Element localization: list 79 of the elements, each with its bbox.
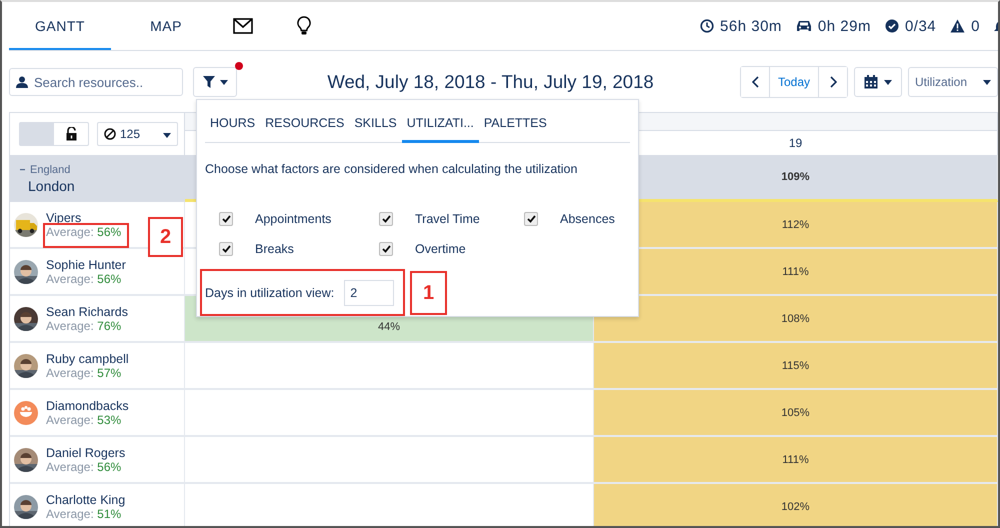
utilization-value: 102% [781, 500, 810, 512]
group-header[interactable]: England London [10, 155, 185, 202]
instruction-text: Choose what factors are considered when calculating the utilization [205, 162, 578, 176]
check-circle-icon [884, 19, 899, 33]
stat-value: 0/34 [904, 18, 936, 34]
resource-name: Sean Richards [46, 304, 128, 318]
factor-label: Overtime [415, 242, 466, 256]
stat-value: 0h 29m [818, 18, 871, 34]
callout-number: 1 [410, 271, 447, 315]
average-utilization: Average: 56% [46, 460, 122, 474]
resource-name: Diamondbacks [46, 398, 129, 412]
settings-tab[interactable]: UTILIZATI... [402, 108, 479, 143]
person-icon [16, 76, 28, 88]
territory-label: London [28, 178, 76, 194]
caret-icon [220, 80, 228, 84]
chevron-right-icon [830, 76, 836, 88]
lightbulb-icon[interactable] [297, 16, 311, 36]
filter-button[interactable] [193, 67, 237, 97]
utilization-value: 44% [378, 321, 400, 333]
settings-tab[interactable]: SKILLS [349, 108, 402, 143]
resource-name: Daniel Rogers [46, 446, 126, 460]
car-icon [796, 19, 812, 33]
stat-value: 0 [971, 18, 980, 34]
settings-tab[interactable]: HOURS [205, 108, 260, 143]
caret-icon [163, 133, 171, 138]
lock-toggle[interactable] [19, 122, 89, 146]
team-icon [14, 400, 38, 424]
view-select[interactable]: Utilization [908, 67, 998, 97]
utilization-value: 111% [782, 266, 809, 278]
settings-tab[interactable]: RESOURCES [260, 108, 350, 143]
utilization-value: 105% [781, 406, 810, 418]
resource-name: Sophie Hunter [46, 258, 126, 272]
search-field[interactable]: Search resources.. [9, 68, 183, 96]
limit-select[interactable]: 125 [97, 122, 178, 146]
ban-icon [104, 128, 116, 140]
days-label: Days in utilization view: [205, 286, 334, 300]
average-utilization: Average: 57% [46, 366, 122, 380]
utilization-value: 112% [782, 218, 810, 230]
checkbox[interactable] [219, 212, 233, 226]
utilization-value: 111% [782, 454, 809, 466]
caret-icon [884, 80, 892, 84]
factor-label: Appointments [255, 212, 332, 226]
average-utilization: Average: 53% [46, 412, 122, 426]
average-utilization: Average: 56% [46, 224, 122, 238]
checkbox[interactable] [379, 212, 393, 226]
callout-number: 2 [148, 217, 183, 257]
resource-name: Ruby campbell [46, 352, 129, 366]
filter-icon [202, 76, 214, 88]
factor-label: Breaks [255, 242, 294, 256]
settings-tab[interactable]: PALETTES [478, 108, 552, 143]
calendar-icon [864, 75, 878, 89]
warning-icon [950, 19, 966, 33]
factor-label: Absences [560, 212, 615, 226]
checkbox[interactable] [524, 212, 538, 226]
utilization-value: 108% [781, 312, 810, 324]
today-button[interactable]: Today [769, 67, 819, 97]
average-utilization: Average: 76% [46, 318, 122, 332]
days-field[interactable]: 2 [344, 280, 394, 306]
mail-icon[interactable] [233, 18, 253, 34]
chevron-left-icon [752, 76, 758, 88]
clock-icon [700, 19, 714, 33]
caret-icon [983, 80, 991, 84]
stat-value: 56h 30m [720, 18, 782, 34]
region-label: England [30, 164, 70, 176]
factor-label: Travel Time [415, 212, 480, 226]
lock-icon [66, 127, 76, 141]
resource-name: Charlotte King [46, 492, 126, 506]
date-range: Wed, July 18, 2018 - Thu, July 19, 2018 [326, 71, 655, 93]
checkbox[interactable] [379, 242, 393, 256]
checkbox[interactable] [219, 242, 233, 256]
average-utilization: Average: 56% [46, 272, 122, 286]
calendar-button[interactable] [854, 67, 902, 97]
gantt-tab[interactable]: MAP [115, 4, 217, 50]
gantt-tab[interactable]: GANTT [9, 4, 111, 50]
resource-name: Vipers [46, 210, 82, 224]
utilization-value: 115% [782, 360, 810, 372]
average-utilization: Average: 51% [46, 506, 122, 520]
utilization-value: 109% [781, 171, 810, 183]
day-label: 19 [788, 135, 804, 152]
